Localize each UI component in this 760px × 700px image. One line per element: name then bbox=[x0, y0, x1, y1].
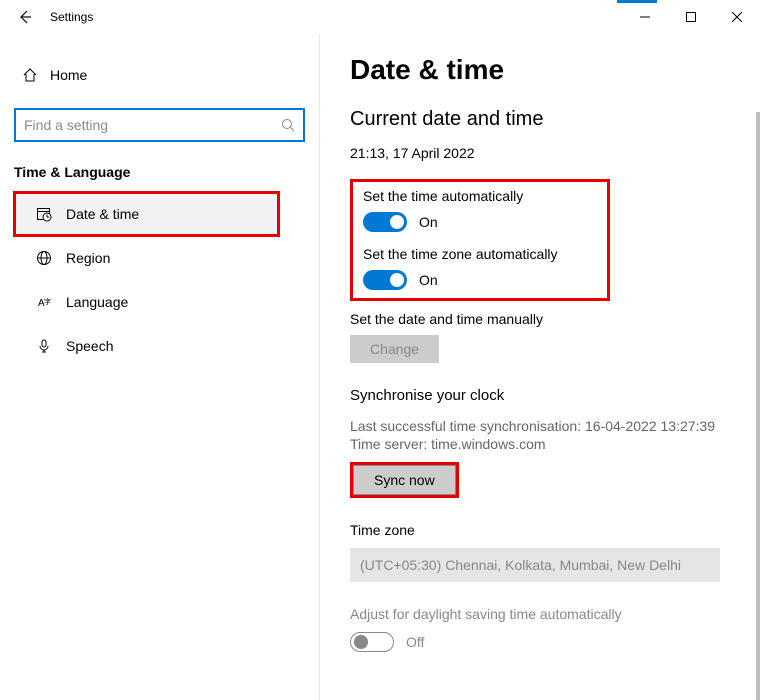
window-title: Settings bbox=[50, 10, 93, 24]
auto-tz-toggle[interactable] bbox=[363, 270, 407, 290]
sync-last-line: Last successful time synchronisation: 16… bbox=[350, 418, 760, 434]
section-current-datetime-heading: Current date and time bbox=[350, 108, 760, 131]
home-label: Home bbox=[50, 67, 87, 83]
dst-state: Off bbox=[406, 634, 424, 650]
change-button: Change bbox=[350, 335, 439, 363]
auto-tz-state: On bbox=[419, 272, 438, 288]
search-icon bbox=[281, 118, 295, 132]
sidebar-item-speech[interactable]: Speech bbox=[14, 324, 279, 368]
dst-toggle bbox=[350, 632, 394, 652]
svg-text:字: 字 bbox=[44, 297, 51, 306]
sync-server-line: Time server: time.windows.com bbox=[350, 436, 760, 452]
highlight-sync-button: Sync now bbox=[350, 462, 459, 498]
nav-label: Language bbox=[66, 294, 128, 310]
sidebar-item-language[interactable]: A字 Language bbox=[14, 280, 279, 324]
home-nav[interactable]: Home bbox=[0, 56, 319, 94]
nav-label: Region bbox=[66, 250, 110, 266]
microphone-icon bbox=[36, 338, 66, 354]
auto-time-label: Set the time automatically bbox=[363, 188, 597, 204]
scrollbar[interactable] bbox=[756, 112, 760, 700]
timezone-select: (UTC+05:30) Chennai, Kolkata, Mumbai, Ne… bbox=[350, 548, 720, 582]
language-icon: A字 bbox=[36, 294, 66, 310]
sync-heading: Synchronise your clock bbox=[350, 387, 760, 404]
manual-datetime-label: Set the date and time manually bbox=[350, 311, 760, 327]
close-button[interactable] bbox=[714, 0, 760, 34]
page-title: Date & time bbox=[350, 54, 760, 86]
maximize-button[interactable] bbox=[668, 0, 714, 34]
auto-time-state: On bbox=[419, 214, 438, 230]
highlight-auto-settings: Set the time automatically On Set the ti… bbox=[350, 179, 610, 301]
sync-now-button[interactable]: Sync now bbox=[353, 465, 456, 495]
sidebar-item-date-time[interactable]: Date & time bbox=[14, 192, 279, 236]
tz-heading: Time zone bbox=[350, 522, 760, 538]
current-datetime: 21:13, 17 April 2022 bbox=[350, 145, 760, 161]
minimize-button[interactable] bbox=[622, 0, 668, 34]
auto-time-toggle[interactable] bbox=[363, 212, 407, 232]
category-header: Time & Language bbox=[0, 142, 319, 192]
home-icon bbox=[22, 67, 50, 83]
search-box[interactable] bbox=[14, 108, 305, 142]
sidebar-item-region[interactable]: Region bbox=[14, 236, 279, 280]
timezone-value: (UTC+05:30) Chennai, Kolkata, Mumbai, Ne… bbox=[360, 557, 681, 573]
nav-label: Date & time bbox=[66, 206, 139, 222]
search-input[interactable] bbox=[24, 117, 281, 133]
content-pane: Date & time Current date and time 21:13,… bbox=[320, 34, 760, 700]
auto-tz-label: Set the time zone automatically bbox=[363, 246, 597, 262]
calendar-clock-icon bbox=[36, 206, 66, 222]
globe-icon bbox=[36, 250, 66, 266]
dst-label: Adjust for daylight saving time automati… bbox=[350, 606, 760, 622]
nav-label: Speech bbox=[66, 338, 113, 354]
sidebar: Home Time & Language Date & time Region … bbox=[0, 34, 320, 700]
back-button[interactable] bbox=[0, 0, 50, 34]
